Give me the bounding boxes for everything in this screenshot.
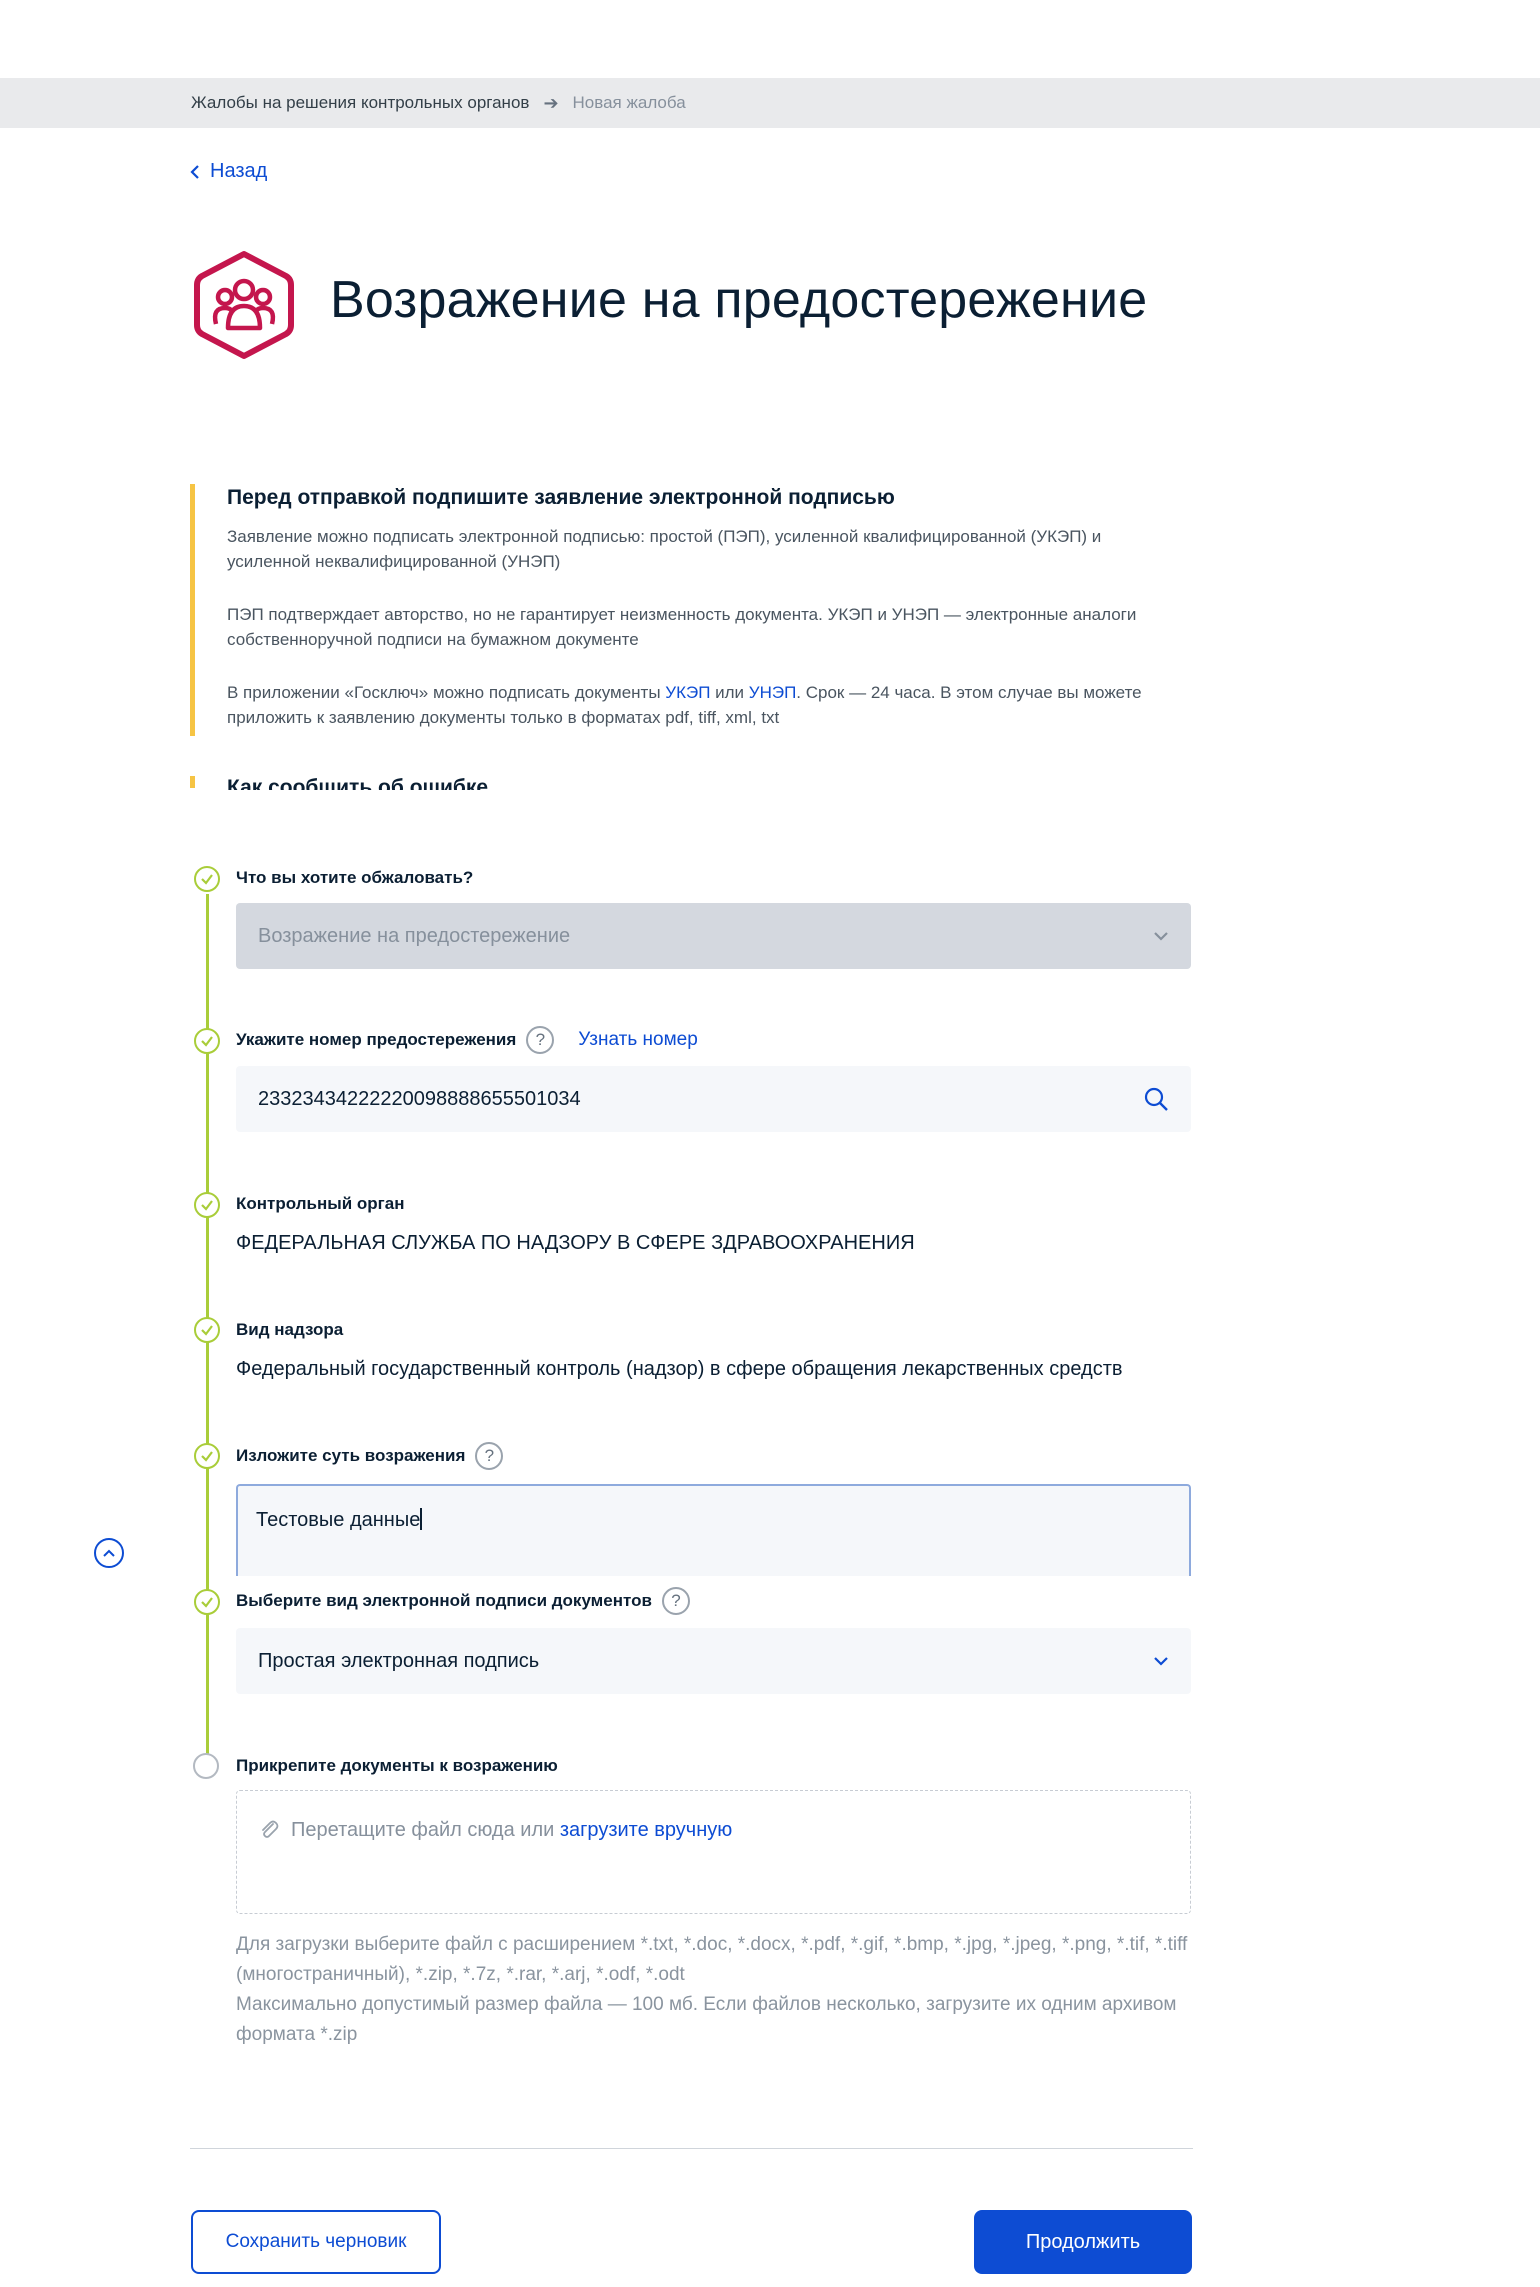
info-paragraph-2: ПЭП подтверждает авторство, но не гарант…	[227, 605, 1137, 649]
unep-link[interactable]: УНЭП	[749, 683, 797, 702]
upload-manual-link[interactable]: загрузите вручную	[560, 1819, 732, 1841]
step-check-icon	[194, 1192, 220, 1218]
step-check-icon	[194, 1589, 220, 1615]
step-label: Вид надзора	[236, 1320, 343, 1340]
control-body-value: ФЕДЕРАЛЬНАЯ СЛУЖБА ПО НАДЗОРУ В СФЕРЕ ЗД…	[236, 1232, 915, 1254]
step-label: Прикрепите документы к возражению	[236, 1756, 558, 1776]
find-number-link[interactable]: Узнать номер	[578, 1029, 698, 1051]
ukep-link[interactable]: УКЭП	[665, 683, 710, 702]
chevron-down-icon	[1154, 1657, 1168, 1666]
info-accent-bar	[190, 484, 195, 736]
step-label: Что вы хотите обжаловать?	[236, 868, 473, 888]
objection-text: Тестовые данные	[256, 1509, 421, 1531]
back-label: Назад	[210, 160, 268, 182]
people-group-icon	[190, 250, 298, 360]
error-report-title[interactable]: Как сообщить об ошибке	[227, 776, 488, 790]
breadcrumb-parent-link[interactable]: Жалобы на решения контрольных органов	[191, 93, 529, 113]
signature-type-value: Простая электронная подпись	[258, 1649, 540, 1672]
step-label-text: Изложите суть возражения	[236, 1446, 466, 1465]
objection-textarea[interactable]: Тестовые данные	[236, 1484, 1191, 1576]
step-label-text: Вид надзора	[236, 1320, 344, 1339]
warning-number-value: 23323434222220098888655501034	[258, 1087, 581, 1110]
warning-number-input[interactable]: 23323434222220098888655501034	[236, 1066, 1191, 1132]
upload-hint-formats: Для загрузки выберите файл с расширением…	[236, 1934, 1188, 1985]
step-label: Контрольный орган	[236, 1194, 404, 1214]
step-label-text: Укажите номер предостережения	[236, 1030, 517, 1049]
continue-button[interactable]: Продолжить	[974, 2210, 1192, 2274]
upload-hint: Для загрузки выберите файл с расширением…	[236, 1930, 1196, 2050]
step-label: Изложите суть возражения ?	[236, 1442, 504, 1470]
help-icon[interactable]: ?	[475, 1442, 504, 1470]
info-title: Перед отправкой подпишите заявление элек…	[227, 486, 895, 509]
back-link[interactable]: Назад	[190, 160, 267, 183]
scroll-up-button[interactable]	[94, 1538, 124, 1568]
step-label: Укажите номер предостережения ? Узнать н…	[236, 1026, 698, 1054]
upload-hint-size: Максимально допустимый размер файла — 10…	[236, 1994, 1177, 2045]
save-draft-button[interactable]: Сохранить черновик	[191, 2210, 441, 2274]
info-paragraph-3: В приложении «Госключ» можно подписать д…	[227, 680, 1187, 730]
step-check-icon	[194, 1317, 220, 1343]
info-paragraph-1: Заявление можно подписать электронной по…	[227, 527, 1102, 571]
dropzone-text: Перетащите файл сюда или загрузите вручн…	[291, 1819, 732, 1842]
step-check-icon	[194, 1443, 220, 1469]
supervision-type-value: Федеральный государственный контроль (на…	[236, 1358, 1123, 1380]
help-icon[interactable]: ?	[661, 1587, 690, 1615]
signature-info: Перед отправкой подпишите заявление элек…	[227, 486, 1187, 758]
step-check-icon	[194, 1028, 220, 1054]
info2-accent-bar	[190, 776, 195, 788]
info-text: или	[710, 683, 749, 702]
step-label-text: Прикрепите документы к возражению	[236, 1756, 558, 1775]
breadcrumb-current: Новая жалоба	[572, 93, 686, 112]
help-icon[interactable]: ?	[526, 1026, 555, 1054]
divider	[190, 2148, 1193, 2149]
complaint-type-select: Возражение на предостережение	[236, 903, 1191, 969]
chevron-down-icon	[1154, 932, 1168, 941]
info-text: В приложении «Госключ» можно подписать д…	[227, 683, 666, 702]
arrow-right-icon: ➔	[543, 92, 559, 113]
search-icon[interactable]	[1143, 1086, 1169, 1112]
chevron-left-icon	[190, 164, 199, 179]
error-report-title-text: Как сообщить об ошибке	[227, 776, 489, 790]
text-caret	[420, 1508, 423, 1530]
step-label-text: Что вы хотите обжаловать?	[236, 868, 474, 887]
step-check-icon	[194, 866, 220, 892]
signature-type-select[interactable]: Простая электронная подпись	[236, 1628, 1191, 1694]
step-pending-icon	[193, 1753, 219, 1779]
file-dropzone[interactable]: Перетащите файл сюда или загрузите вручн…	[236, 1790, 1191, 1914]
breadcrumb: Жалобы на решения контрольных органов ➔ …	[0, 78, 1540, 128]
dropzone-label: Перетащите файл сюда или	[291, 1819, 560, 1841]
step-label-text: Контрольный орган	[236, 1194, 405, 1213]
page-title: Возражение на предостережение	[330, 271, 1148, 329]
paperclip-icon	[262, 1820, 279, 1838]
step-label-text: Выберите вид электронной подписи докумен…	[236, 1591, 652, 1610]
complaint-type-value: Возражение на предостережение	[258, 924, 571, 947]
chevron-up-icon	[103, 1549, 115, 1557]
step-label: Выберите вид электронной подписи докумен…	[236, 1587, 690, 1615]
